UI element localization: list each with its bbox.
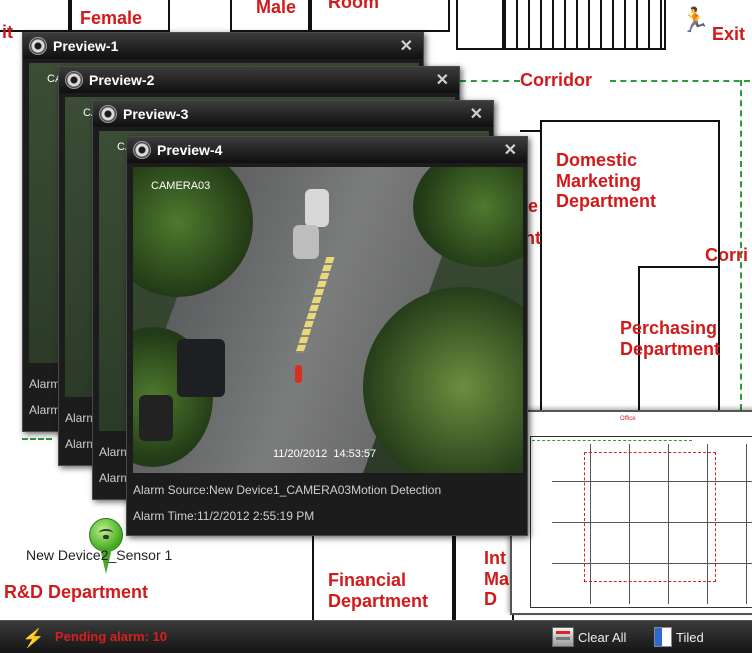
camera-label: CAMERA03 <box>151 180 211 192</box>
stairs-fill <box>458 0 504 48</box>
preview-3-titlebar[interactable]: Preview-3 ✕ <box>93 101 493 127</box>
camera-icon <box>133 141 151 159</box>
status-bar: ⚡ Pending alarm: 10 Clear All Tiled <box>0 620 752 653</box>
room-label-mid-cut1: e <box>528 196 539 216</box>
close-icon[interactable]: ✕ <box>470 104 483 124</box>
minimap-red-zone <box>584 452 716 582</box>
room-label-male: Male <box>256 0 297 17</box>
camera-icon <box>99 105 117 123</box>
room-label-left-cut: it <box>2 22 13 42</box>
room-label-domestic: Domestic Marketing Department <box>556 150 657 212</box>
camera-icon <box>65 71 83 89</box>
corridor-line-top2 <box>610 80 750 82</box>
video-timestamp: 11/20/2012 14:53:57 <box>273 448 377 460</box>
minimap-green-line <box>532 440 692 441</box>
tiled-label: Tiled <box>676 630 704 645</box>
room-label-int: Int Ma D <box>484 548 510 610</box>
sensor-label: New Device2_Sensor 1 <box>26 547 173 563</box>
corridor-line-left <box>22 438 52 440</box>
corridor-label: Corridor <box>520 70 592 90</box>
video-car <box>305 189 329 227</box>
preview-4-title: Preview-4 <box>157 142 223 158</box>
tiled-button[interactable]: Tiled <box>654 627 714 648</box>
preview-4-video[interactable]: CAMERA03 11/20/2012 14:53:57 <box>133 167 523 473</box>
clear-all-button[interactable]: Clear All <box>552 627 632 648</box>
alarm-icon[interactable]: ⚡ <box>22 628 44 649</box>
preview-1-titlebar[interactable]: Preview-1 ✕ <box>23 33 423 59</box>
minimap[interactable]: Office <box>510 410 752 615</box>
preview-2-title: Preview-2 <box>89 72 155 88</box>
preview-1-alarm-source: Alarm <box>29 377 61 391</box>
close-icon[interactable]: ✕ <box>400 36 413 56</box>
preview-2-titlebar[interactable]: Preview-2 ✕ <box>59 67 459 93</box>
preview-1-alarm-time: Alarm <box>29 403 61 417</box>
room-label-perchasing: Perchasing Department <box>620 318 721 359</box>
room-label-financial: Financial Department <box>328 570 429 611</box>
preview-4-titlebar[interactable]: Preview-4 ✕ <box>127 137 527 163</box>
camera-icon <box>29 37 47 55</box>
video-car <box>139 395 173 441</box>
corridor-line-top <box>460 80 520 82</box>
room-label-female: Female <box>80 8 143 28</box>
clear-all-label: Clear All <box>578 630 627 645</box>
video-pedestrian <box>295 365 302 383</box>
preview-window-4[interactable]: Preview-4 ✕ CAMERA03 11/20/2012 14:53:57… <box>126 136 528 536</box>
close-icon[interactable]: ✕ <box>436 70 449 90</box>
video-scene <box>133 167 523 473</box>
preview-1-title: Preview-1 <box>53 38 119 54</box>
preview-4-alarm-time: Alarm Time:11/2/2012 2:55:19 PM <box>133 509 315 523</box>
preview-4-alarm-source: Alarm Source:New Device1_CAMERA03Motion … <box>133 483 442 497</box>
video-car <box>293 225 319 259</box>
clear-all-icon <box>552 627 574 647</box>
video-car <box>177 339 225 397</box>
room-label-rd: R&D Department <box>4 582 149 602</box>
exit-sign-icon: 🏃 <box>680 7 710 34</box>
pending-alarm-count[interactable]: Pending alarm: 10 <box>55 629 167 644</box>
room-label-exit: Exit <box>712 24 746 44</box>
close-icon[interactable]: ✕ <box>504 140 517 160</box>
tiled-icon <box>654 627 672 647</box>
minimap-top-label: Office <box>620 416 636 422</box>
room-label-room: Room <box>328 0 379 12</box>
preview-3-title: Preview-3 <box>123 106 189 122</box>
